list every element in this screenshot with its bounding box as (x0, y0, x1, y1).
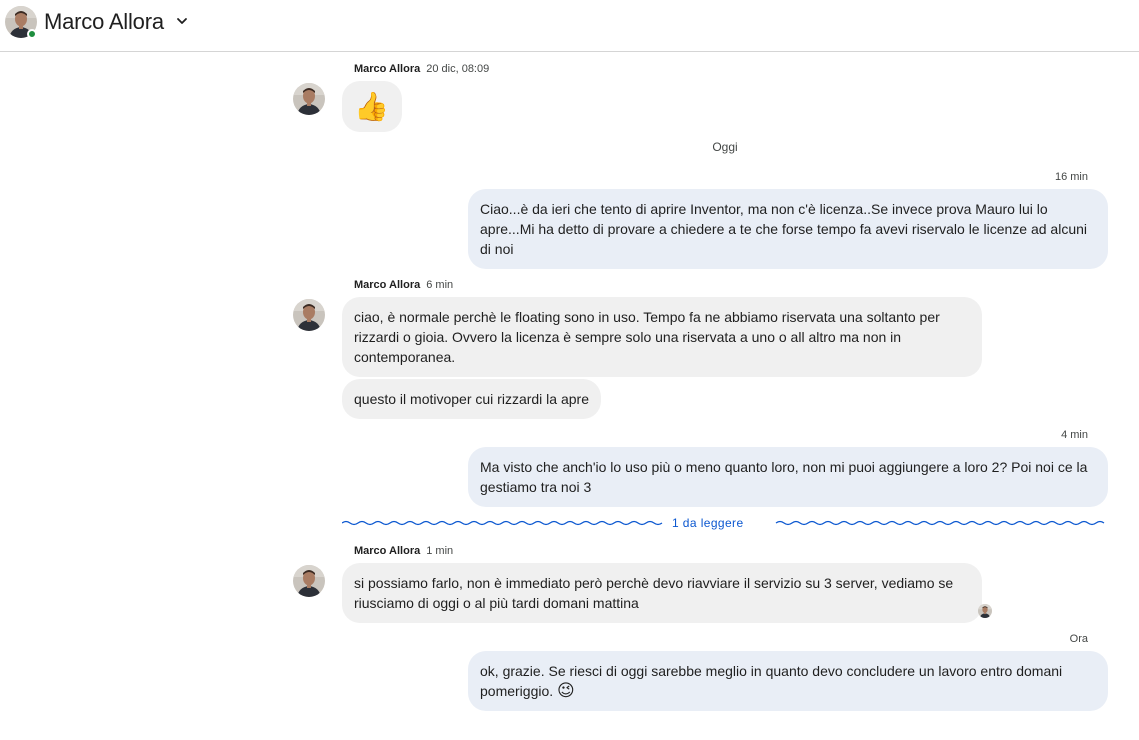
avatar[interactable] (293, 565, 325, 597)
chat-header: Marco Allora (0, 0, 1139, 52)
message-meta: Marco Allora 1 min (354, 545, 453, 557)
online-status-indicator (27, 29, 37, 39)
unread-label: 1 da leggere (672, 516, 744, 530)
message-time: 1 min (426, 545, 454, 557)
avatar[interactable] (293, 83, 325, 115)
message-time: 6 min (426, 279, 454, 291)
sender-name: Marco Allora (354, 545, 421, 557)
avatar[interactable] (293, 299, 325, 331)
contact-name[interactable]: Marco Allora (44, 9, 164, 35)
message-meta: Marco Allora 6 min (354, 279, 453, 291)
message-bubble[interactable]: questo il motivoper cui rizzardi la apre (342, 379, 601, 419)
message-time: 16 min (1054, 171, 1088, 183)
sender-name: Marco Allora (354, 63, 421, 75)
message-time: 4 min (1061, 429, 1088, 441)
wink-emoji: 😉 (557, 681, 575, 701)
message-bubble[interactable]: ciao, è normale perchè le floating sono … (342, 297, 982, 377)
message-time: 20 dic, 08:09 (426, 63, 490, 75)
read-receipt-avatar (978, 604, 992, 618)
unread-divider: 1 da leggere (342, 514, 1108, 532)
message-bubble[interactable]: si possiamo farlo, non è immediato però … (342, 563, 982, 623)
message-bubble[interactable]: ok, grazie. Se riesci di oggi sarebbe me… (468, 651, 1108, 711)
chevron-down-icon[interactable] (175, 14, 189, 28)
message-bubble[interactable]: Ma visto che anch'io lo uso più o meno q… (468, 447, 1108, 507)
message-meta: Marco Allora 20 dic, 08:09 (354, 63, 489, 75)
day-separator: Oggi (712, 140, 738, 154)
message-time: Ora (1069, 633, 1088, 645)
sender-name: Marco Allora (354, 279, 421, 291)
message-bubble[interactable]: Ciao...è da ieri che tento di aprire Inv… (468, 189, 1108, 269)
message-bubble[interactable]: 👍 (342, 81, 402, 132)
